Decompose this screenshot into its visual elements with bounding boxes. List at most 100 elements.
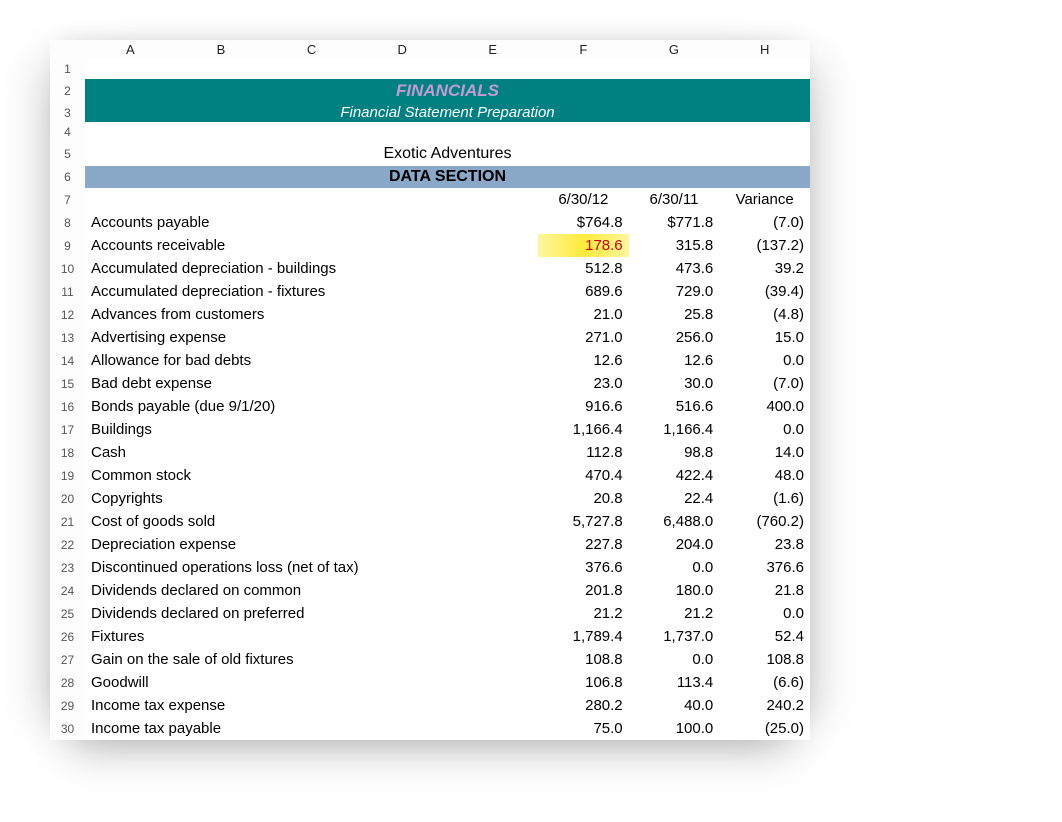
value-period1[interactable]: 1,789.4 bbox=[538, 625, 629, 648]
value-period2[interactable]: 100.0 bbox=[629, 717, 720, 740]
value-variance[interactable]: 108.8 bbox=[719, 648, 810, 671]
value-period2[interactable]: 422.4 bbox=[629, 464, 720, 487]
value-period2[interactable]: 1,737.0 bbox=[629, 625, 720, 648]
col-header[interactable]: D bbox=[357, 40, 448, 59]
value-variance[interactable]: (137.2) bbox=[719, 234, 810, 257]
value-variance[interactable]: (7.0) bbox=[719, 211, 810, 234]
account-label[interactable]: Goodwill bbox=[85, 671, 538, 694]
value-period2[interactable]: 21.2 bbox=[629, 602, 720, 625]
row-header[interactable]: 8 bbox=[50, 211, 85, 234]
value-variance[interactable]: 52.4 bbox=[719, 625, 810, 648]
account-label[interactable]: Dividends declared on preferred bbox=[85, 602, 538, 625]
value-variance[interactable]: (39.4) bbox=[719, 280, 810, 303]
value-period1[interactable]: 470.4 bbox=[538, 464, 629, 487]
value-variance[interactable]: 39.2 bbox=[719, 257, 810, 280]
row-header[interactable]: 22 bbox=[50, 533, 85, 556]
row-header[interactable]: 12 bbox=[50, 303, 85, 326]
value-period2[interactable]: 6,488.0 bbox=[629, 510, 720, 533]
value-period1[interactable]: 5,727.8 bbox=[538, 510, 629, 533]
value-variance[interactable]: 400.0 bbox=[719, 395, 810, 418]
account-label[interactable]: Accumulated depreciation - fixtures bbox=[85, 280, 538, 303]
account-label[interactable]: Cash bbox=[85, 441, 538, 464]
value-period2[interactable]: 40.0 bbox=[629, 694, 720, 717]
value-period2[interactable]: 1,166.4 bbox=[629, 418, 720, 441]
row-header[interactable]: 10 bbox=[50, 257, 85, 280]
row-header[interactable]: 16 bbox=[50, 395, 85, 418]
title-cell[interactable]: FINANCIALS bbox=[85, 79, 810, 103]
value-period1[interactable]: 916.6 bbox=[538, 395, 629, 418]
value-period2[interactable]: $771.8 bbox=[629, 211, 720, 234]
col-header[interactable]: B bbox=[176, 40, 267, 59]
value-period2[interactable]: 315.8 bbox=[629, 234, 720, 257]
row-header[interactable]: 15 bbox=[50, 372, 85, 395]
row-header[interactable]: 29 bbox=[50, 694, 85, 717]
account-label[interactable]: Advances from customers bbox=[85, 303, 538, 326]
value-variance[interactable]: (4.8) bbox=[719, 303, 810, 326]
value-period1[interactable]: 12.6 bbox=[538, 349, 629, 372]
col-header[interactable]: C bbox=[266, 40, 357, 59]
spreadsheet[interactable]: A B C D E F G H 1 2 FINANCIALS 3 Financi… bbox=[50, 40, 810, 740]
value-period1[interactable]: 280.2 bbox=[538, 694, 629, 717]
value-period1[interactable]: 23.0 bbox=[538, 372, 629, 395]
row-header[interactable]: 24 bbox=[50, 579, 85, 602]
account-label[interactable]: Advertising expense bbox=[85, 326, 538, 349]
period2-header[interactable]: 6/30/11 bbox=[629, 188, 720, 211]
account-label[interactable]: Income tax expense bbox=[85, 694, 538, 717]
row-header[interactable]: 21 bbox=[50, 510, 85, 533]
value-period1[interactable]: 21.2 bbox=[538, 602, 629, 625]
value-period2[interactable]: 0.0 bbox=[629, 648, 720, 671]
account-label[interactable]: Dividends declared on common bbox=[85, 579, 538, 602]
value-variance[interactable]: 23.8 bbox=[719, 533, 810, 556]
account-label[interactable]: Bonds payable (due 9/1/20) bbox=[85, 395, 538, 418]
value-period2[interactable]: 729.0 bbox=[629, 280, 720, 303]
col-header[interactable]: A bbox=[85, 40, 176, 59]
row-header[interactable]: 17 bbox=[50, 418, 85, 441]
value-period2[interactable]: 180.0 bbox=[629, 579, 720, 602]
account-label[interactable]: Income tax payable bbox=[85, 717, 538, 740]
row-header[interactable]: 2 bbox=[50, 79, 85, 103]
row-header[interactable]: 23 bbox=[50, 556, 85, 579]
row-header[interactable]: 1 bbox=[50, 59, 85, 79]
row-header[interactable]: 13 bbox=[50, 326, 85, 349]
value-period2[interactable]: 30.0 bbox=[629, 372, 720, 395]
period1-header[interactable]: 6/30/12 bbox=[538, 188, 629, 211]
account-label[interactable]: Discontinued operations loss (net of tax… bbox=[85, 556, 538, 579]
value-period1[interactable]: 178.6 bbox=[538, 234, 629, 257]
value-period1[interactable]: 1,166.4 bbox=[538, 418, 629, 441]
value-period2[interactable]: 0.0 bbox=[629, 556, 720, 579]
value-variance[interactable]: 14.0 bbox=[719, 441, 810, 464]
account-label[interactable]: Accounts receivable bbox=[85, 234, 538, 257]
value-period1[interactable]: 21.0 bbox=[538, 303, 629, 326]
value-variance[interactable]: (25.0) bbox=[719, 717, 810, 740]
value-variance[interactable]: (760.2) bbox=[719, 510, 810, 533]
value-variance[interactable]: 21.8 bbox=[719, 579, 810, 602]
value-variance[interactable]: 15.0 bbox=[719, 326, 810, 349]
value-period2[interactable]: 256.0 bbox=[629, 326, 720, 349]
account-label[interactable]: Cost of goods sold bbox=[85, 510, 538, 533]
row-header[interactable]: 20 bbox=[50, 487, 85, 510]
value-period1[interactable]: 20.8 bbox=[538, 487, 629, 510]
col-header[interactable]: H bbox=[719, 40, 810, 59]
subtitle-cell[interactable]: Financial Statement Preparation bbox=[85, 103, 810, 122]
value-variance[interactable]: (7.0) bbox=[719, 372, 810, 395]
cell[interactable] bbox=[85, 59, 810, 79]
value-period1[interactable]: 512.8 bbox=[538, 257, 629, 280]
value-period1[interactable]: 201.8 bbox=[538, 579, 629, 602]
row-header[interactable]: 7 bbox=[50, 188, 85, 211]
cell[interactable] bbox=[85, 188, 538, 211]
row-header[interactable]: 30 bbox=[50, 717, 85, 740]
row-header[interactable]: 6 bbox=[50, 166, 85, 188]
value-variance[interactable]: 0.0 bbox=[719, 418, 810, 441]
value-period2[interactable]: 98.8 bbox=[629, 441, 720, 464]
col-header[interactable]: E bbox=[447, 40, 538, 59]
account-label[interactable]: Accounts payable bbox=[85, 211, 538, 234]
value-variance[interactable]: 0.0 bbox=[719, 349, 810, 372]
row-header[interactable]: 25 bbox=[50, 602, 85, 625]
value-period1[interactable]: 106.8 bbox=[538, 671, 629, 694]
row-header[interactable]: 28 bbox=[50, 671, 85, 694]
account-label[interactable]: Buildings bbox=[85, 418, 538, 441]
row-header[interactable]: 4 bbox=[50, 122, 85, 142]
row-header[interactable]: 5 bbox=[50, 142, 85, 166]
section-header-cell[interactable]: DATA SECTION bbox=[85, 166, 810, 188]
variance-header[interactable]: Variance bbox=[719, 188, 810, 211]
